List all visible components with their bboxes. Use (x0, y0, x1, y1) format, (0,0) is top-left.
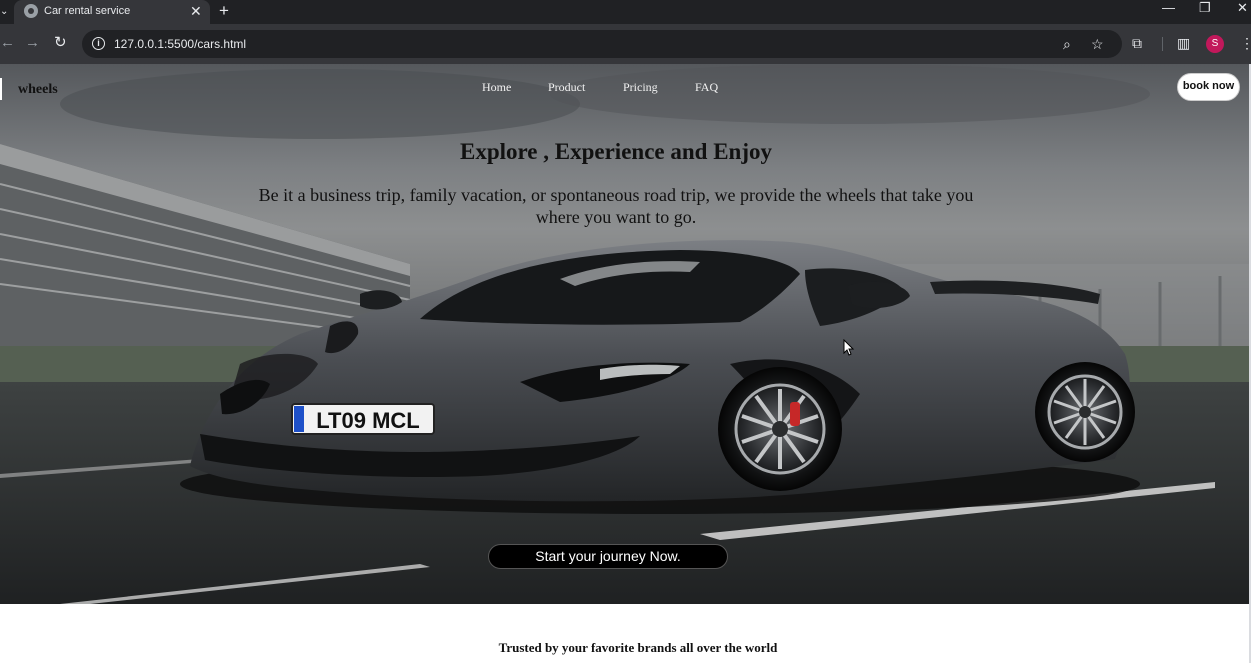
mouse-cursor-icon (843, 339, 855, 356)
nav-link-product[interactable]: Product (548, 80, 585, 95)
hero-subtitle: Be it a business trip, family vacation, … (258, 185, 974, 227)
close-window-icon[interactable]: ✕ (1237, 0, 1248, 16)
browser-toolbar: ← → ↻ i 127.0.0.1:5500/cars.html ⌕ ☆ ⧉ ▥… (0, 24, 1251, 64)
info-icon[interactable]: i (92, 37, 105, 50)
start-journey-button[interactable]: Start your journey Now. (488, 544, 728, 569)
close-icon[interactable]: ✕ (190, 2, 202, 20)
tab-title: Car rental service (44, 5, 131, 17)
browser-tab[interactable]: Car rental service ✕ (14, 0, 210, 24)
browser-tab-bar: ⌄ Car rental service ✕ + — ❐ ✕ (0, 0, 1251, 24)
kebab-menu-icon[interactable]: ⋮ (1240, 34, 1251, 52)
book-now-button[interactable]: book now (1177, 73, 1240, 101)
puzzle-icon[interactable]: ⧉ (1132, 34, 1142, 52)
star-icon[interactable]: ☆ (1091, 35, 1104, 53)
nav-link-pricing[interactable]: Pricing (623, 80, 658, 95)
nav-link-home[interactable]: Home (482, 80, 511, 95)
globe-icon (24, 4, 38, 18)
back-arrow-icon[interactable]: ← (0, 34, 15, 52)
url-text[interactable]: 127.0.0.1:5500/cars.html (114, 36, 246, 52)
address-bar[interactable]: i 127.0.0.1:5500/cars.html ⌕ ☆ (82, 30, 1122, 58)
reload-icon[interactable]: ↻ (54, 34, 67, 52)
hero-section: LT09 MCL wheels Home Product Pricing FAQ… (0, 64, 1249, 604)
nav-link-faq[interactable]: FAQ (695, 80, 718, 95)
page-viewport: LT09 MCL wheels Home Product Pricing FAQ… (0, 64, 1251, 663)
side-panel-icon[interactable]: ▥ (1177, 34, 1190, 52)
restore-icon[interactable]: ❐ (1199, 0, 1211, 16)
chevron-down-icon: ⌄ (0, 6, 9, 17)
brand-accent-bar (0, 78, 2, 100)
profile-avatar[interactable]: S (1206, 35, 1224, 53)
minimize-icon[interactable]: — (1162, 0, 1175, 16)
trusted-brands-heading: Trusted by your favorite brands all over… (498, 640, 778, 655)
license-plate-text: LT09 MCL (316, 408, 419, 433)
new-tab-button[interactable]: + (219, 1, 229, 21)
brand-logo[interactable]: wheels (18, 82, 58, 98)
toolbar-divider (1162, 37, 1163, 51)
forward-arrow-icon[interactable]: → (25, 34, 40, 52)
tab-search-button[interactable]: ⌄ (0, 0, 12, 24)
zoom-icon[interactable]: ⌕ (1063, 35, 1071, 53)
hero-title: Explore , Experience and Enjoy (459, 139, 772, 164)
